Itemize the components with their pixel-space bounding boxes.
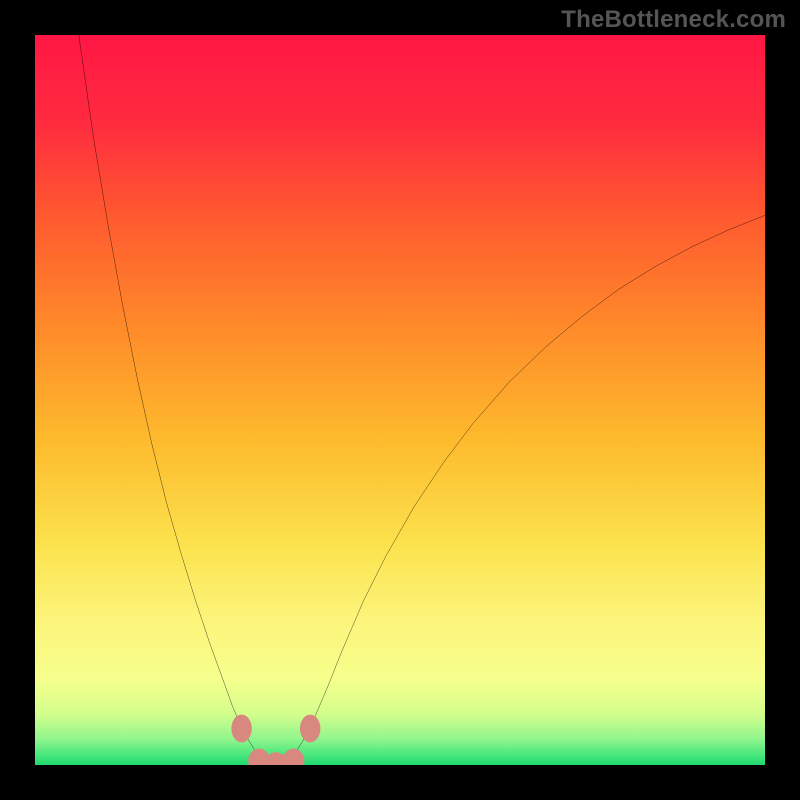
chart-background bbox=[35, 35, 765, 765]
watermark-text: TheBottleneck.com bbox=[561, 6, 786, 34]
bottleneck-chart bbox=[35, 35, 765, 765]
chart-container: TheBottleneck.com bbox=[0, 0, 800, 800]
marker-left-upper bbox=[231, 715, 251, 743]
marker-right-upper bbox=[300, 715, 320, 743]
